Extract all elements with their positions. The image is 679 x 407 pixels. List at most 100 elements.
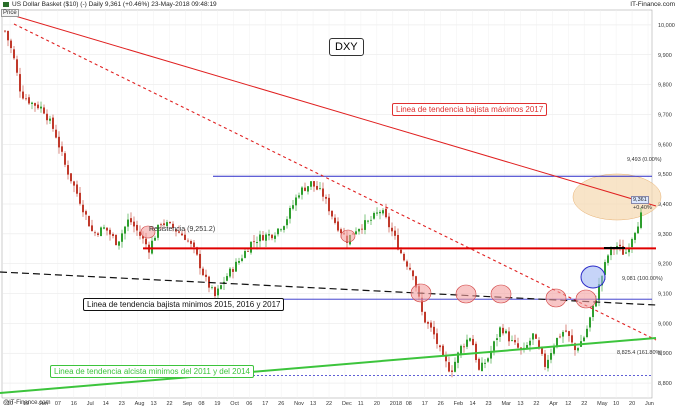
candle-body [52, 117, 54, 129]
candle-body [373, 213, 375, 219]
candle-body [592, 305, 594, 318]
candle-body [256, 241, 258, 244]
highlight-circle [490, 284, 512, 304]
price-axis-tag: Price [1, 9, 19, 17]
x-tick-label: 08 [406, 401, 412, 407]
candle-body [484, 362, 486, 364]
candle-body [619, 244, 621, 247]
candle-body [268, 234, 270, 236]
x-tick-label: Aug [135, 401, 145, 407]
candle-body [226, 276, 228, 281]
y-tick-label: 9,500 [658, 172, 672, 178]
candle-body [502, 327, 504, 334]
candle-body [514, 339, 516, 343]
candle-body [100, 227, 102, 237]
candle-body [205, 274, 207, 277]
candle-body [439, 345, 441, 348]
candle-body [538, 340, 540, 348]
x-tick-label: 13 [517, 401, 523, 407]
candle-body [112, 234, 114, 237]
y-tick-label: 8,800 [658, 381, 672, 387]
candle-body [43, 107, 45, 114]
candle-body [313, 181, 315, 187]
candle-body [124, 226, 126, 234]
candle-body [331, 210, 333, 217]
candle-body [301, 187, 303, 195]
candle-body [637, 226, 639, 234]
candle-body [547, 359, 549, 369]
candle-body [487, 358, 489, 362]
candle-body [241, 258, 243, 261]
candle-body [406, 261, 408, 267]
candle-body [115, 234, 117, 246]
x-tick-label: Apr [549, 401, 558, 407]
candle-body [139, 231, 141, 236]
candle-body [367, 220, 369, 222]
candle-body [286, 219, 288, 226]
candle-body [199, 253, 201, 269]
candle-body [511, 340, 513, 341]
x-tick-label: 14 [103, 401, 109, 407]
candle-body [379, 211, 381, 214]
x-tick-label: Mar [501, 401, 511, 407]
candle-body [340, 229, 342, 234]
candle-body [562, 331, 564, 337]
x-tick-label: Jul [87, 401, 94, 407]
x-tick-label: 17 [262, 401, 268, 407]
candle-body [589, 317, 591, 328]
candle-body [235, 261, 237, 272]
candle-body [55, 129, 57, 138]
candle-body [307, 186, 309, 192]
candle-body [79, 192, 81, 204]
candle-body [631, 239, 633, 248]
candle-body [355, 231, 357, 235]
candle-body [280, 229, 282, 231]
candle-body [319, 188, 321, 189]
candle-body [454, 361, 456, 372]
candle-body [70, 173, 72, 182]
candle-body [34, 103, 36, 106]
x-tick-label: 13 [151, 401, 157, 407]
candle-body [463, 346, 465, 348]
x-tick-label: Nov [294, 401, 304, 407]
candle-body [265, 234, 267, 241]
candle-body [316, 185, 318, 190]
x-tick-label: Dec [342, 401, 352, 407]
x-tick-label: 11 [358, 401, 364, 407]
x-tick-label: 16 [71, 401, 77, 407]
candle-body [283, 226, 285, 230]
candle-body [181, 233, 183, 236]
x-tick-label: 22 [167, 401, 173, 407]
x-tick-label: 12 [565, 401, 571, 407]
highlight-circle [410, 283, 432, 303]
price-chart: 10,000 9,900 9,800 9,700 9,600 9,500 9,400 9,30… [0, 9, 675, 407]
candle-body [58, 136, 60, 148]
candle-body [409, 267, 411, 270]
x-tick-label: 2018 [390, 401, 402, 407]
y-tick-label: 9,100 [658, 292, 672, 298]
candle-body [475, 343, 477, 360]
candle-body [451, 370, 453, 372]
y-tick-label: 9,200 [658, 262, 672, 268]
candle-body [412, 270, 414, 277]
candle-body [187, 240, 189, 242]
candle-body [499, 327, 501, 337]
candle-body [238, 261, 240, 263]
candle-body [193, 242, 195, 248]
x-tick-label: 14 [470, 401, 476, 407]
y-tick-label: 9,600 [658, 142, 672, 148]
candle-body [376, 212, 378, 214]
candle-body [364, 220, 366, 230]
x-tick-label: 23 [486, 401, 492, 407]
candle-body [118, 241, 120, 246]
candle-body [61, 146, 63, 152]
fib-mid-label: 9,081 (100.00%) [622, 276, 663, 282]
candle-body [214, 287, 216, 297]
x-tick-label: 22 [326, 401, 332, 407]
candle-body [46, 113, 48, 121]
candle-body [472, 338, 474, 346]
x-tick-label: 23 [119, 401, 125, 407]
candle-body [40, 106, 42, 109]
black-trendline-label: Linea de tendencia bajista minimos 2015,… [83, 298, 285, 311]
y-tick-label: 9,800 [658, 83, 672, 89]
